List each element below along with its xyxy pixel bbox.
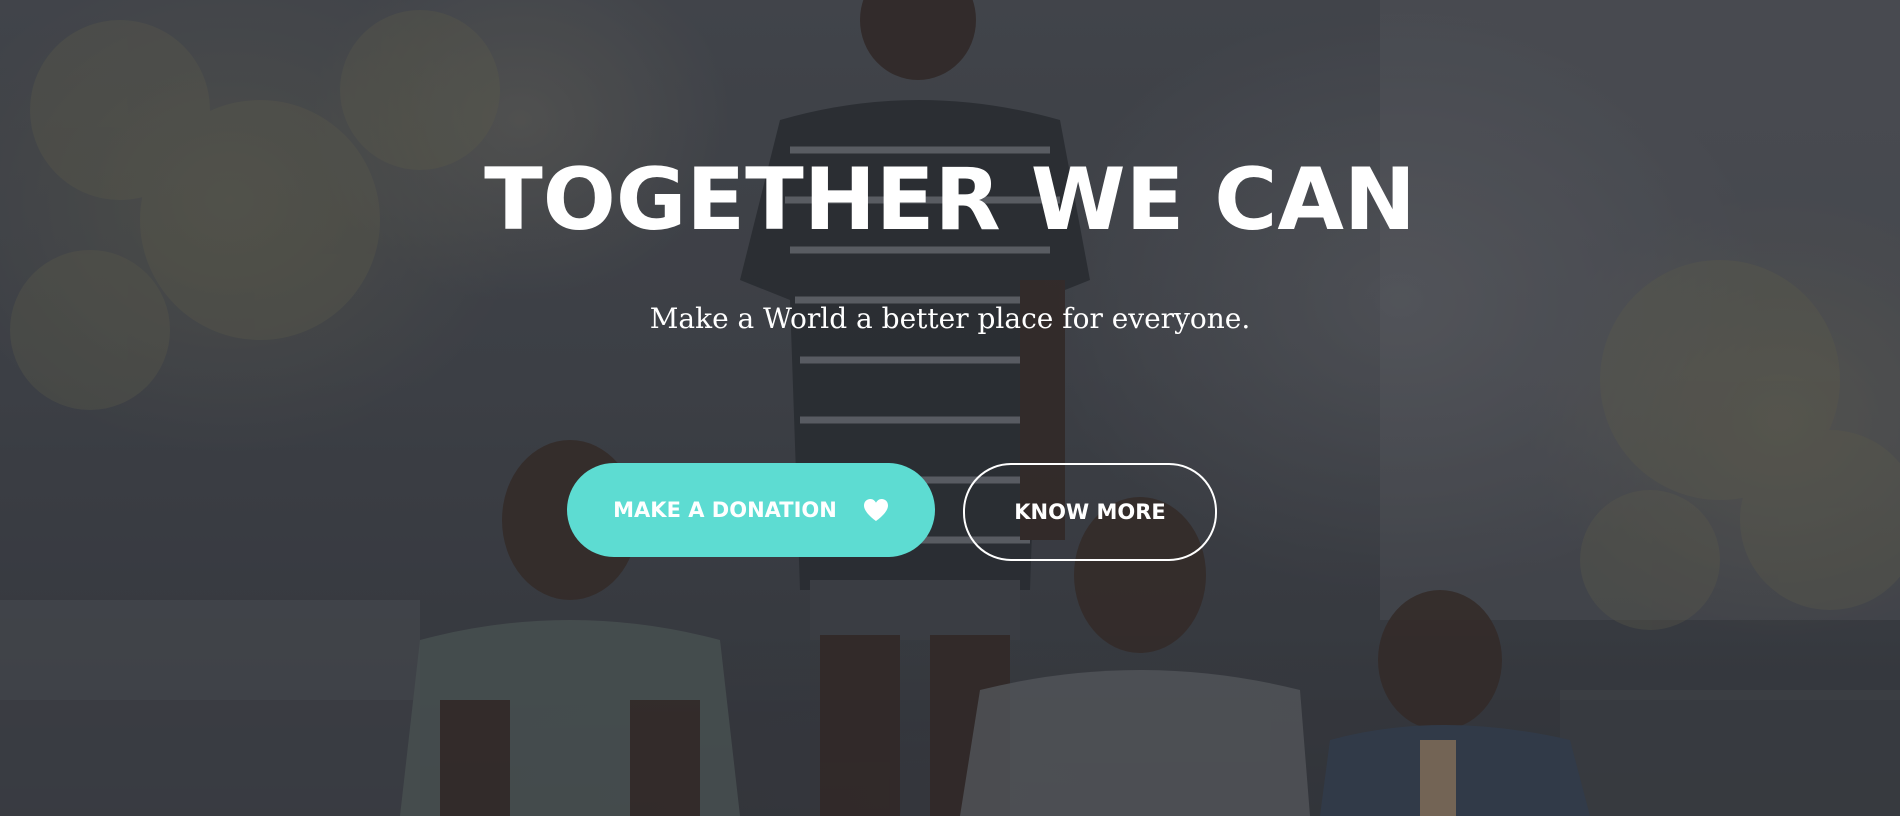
hero-subtitle: Make a World a better place for everyone… bbox=[649, 302, 1251, 335]
make-donation-label: MAKE A DONATION bbox=[613, 498, 837, 522]
know-more-button[interactable]: KNOW MORE bbox=[963, 463, 1217, 561]
make-donation-button[interactable]: MAKE A DONATION bbox=[567, 463, 935, 557]
hero-content: TOGETHER WE CAN Make a World a better pl… bbox=[0, 0, 1900, 816]
hero-section: TOGETHER WE CAN Make a World a better pl… bbox=[0, 0, 1900, 816]
heart-icon bbox=[863, 498, 889, 522]
know-more-label: KNOW MORE bbox=[1014, 500, 1166, 524]
hero-title: TOGETHER WE CAN bbox=[484, 150, 1416, 250]
